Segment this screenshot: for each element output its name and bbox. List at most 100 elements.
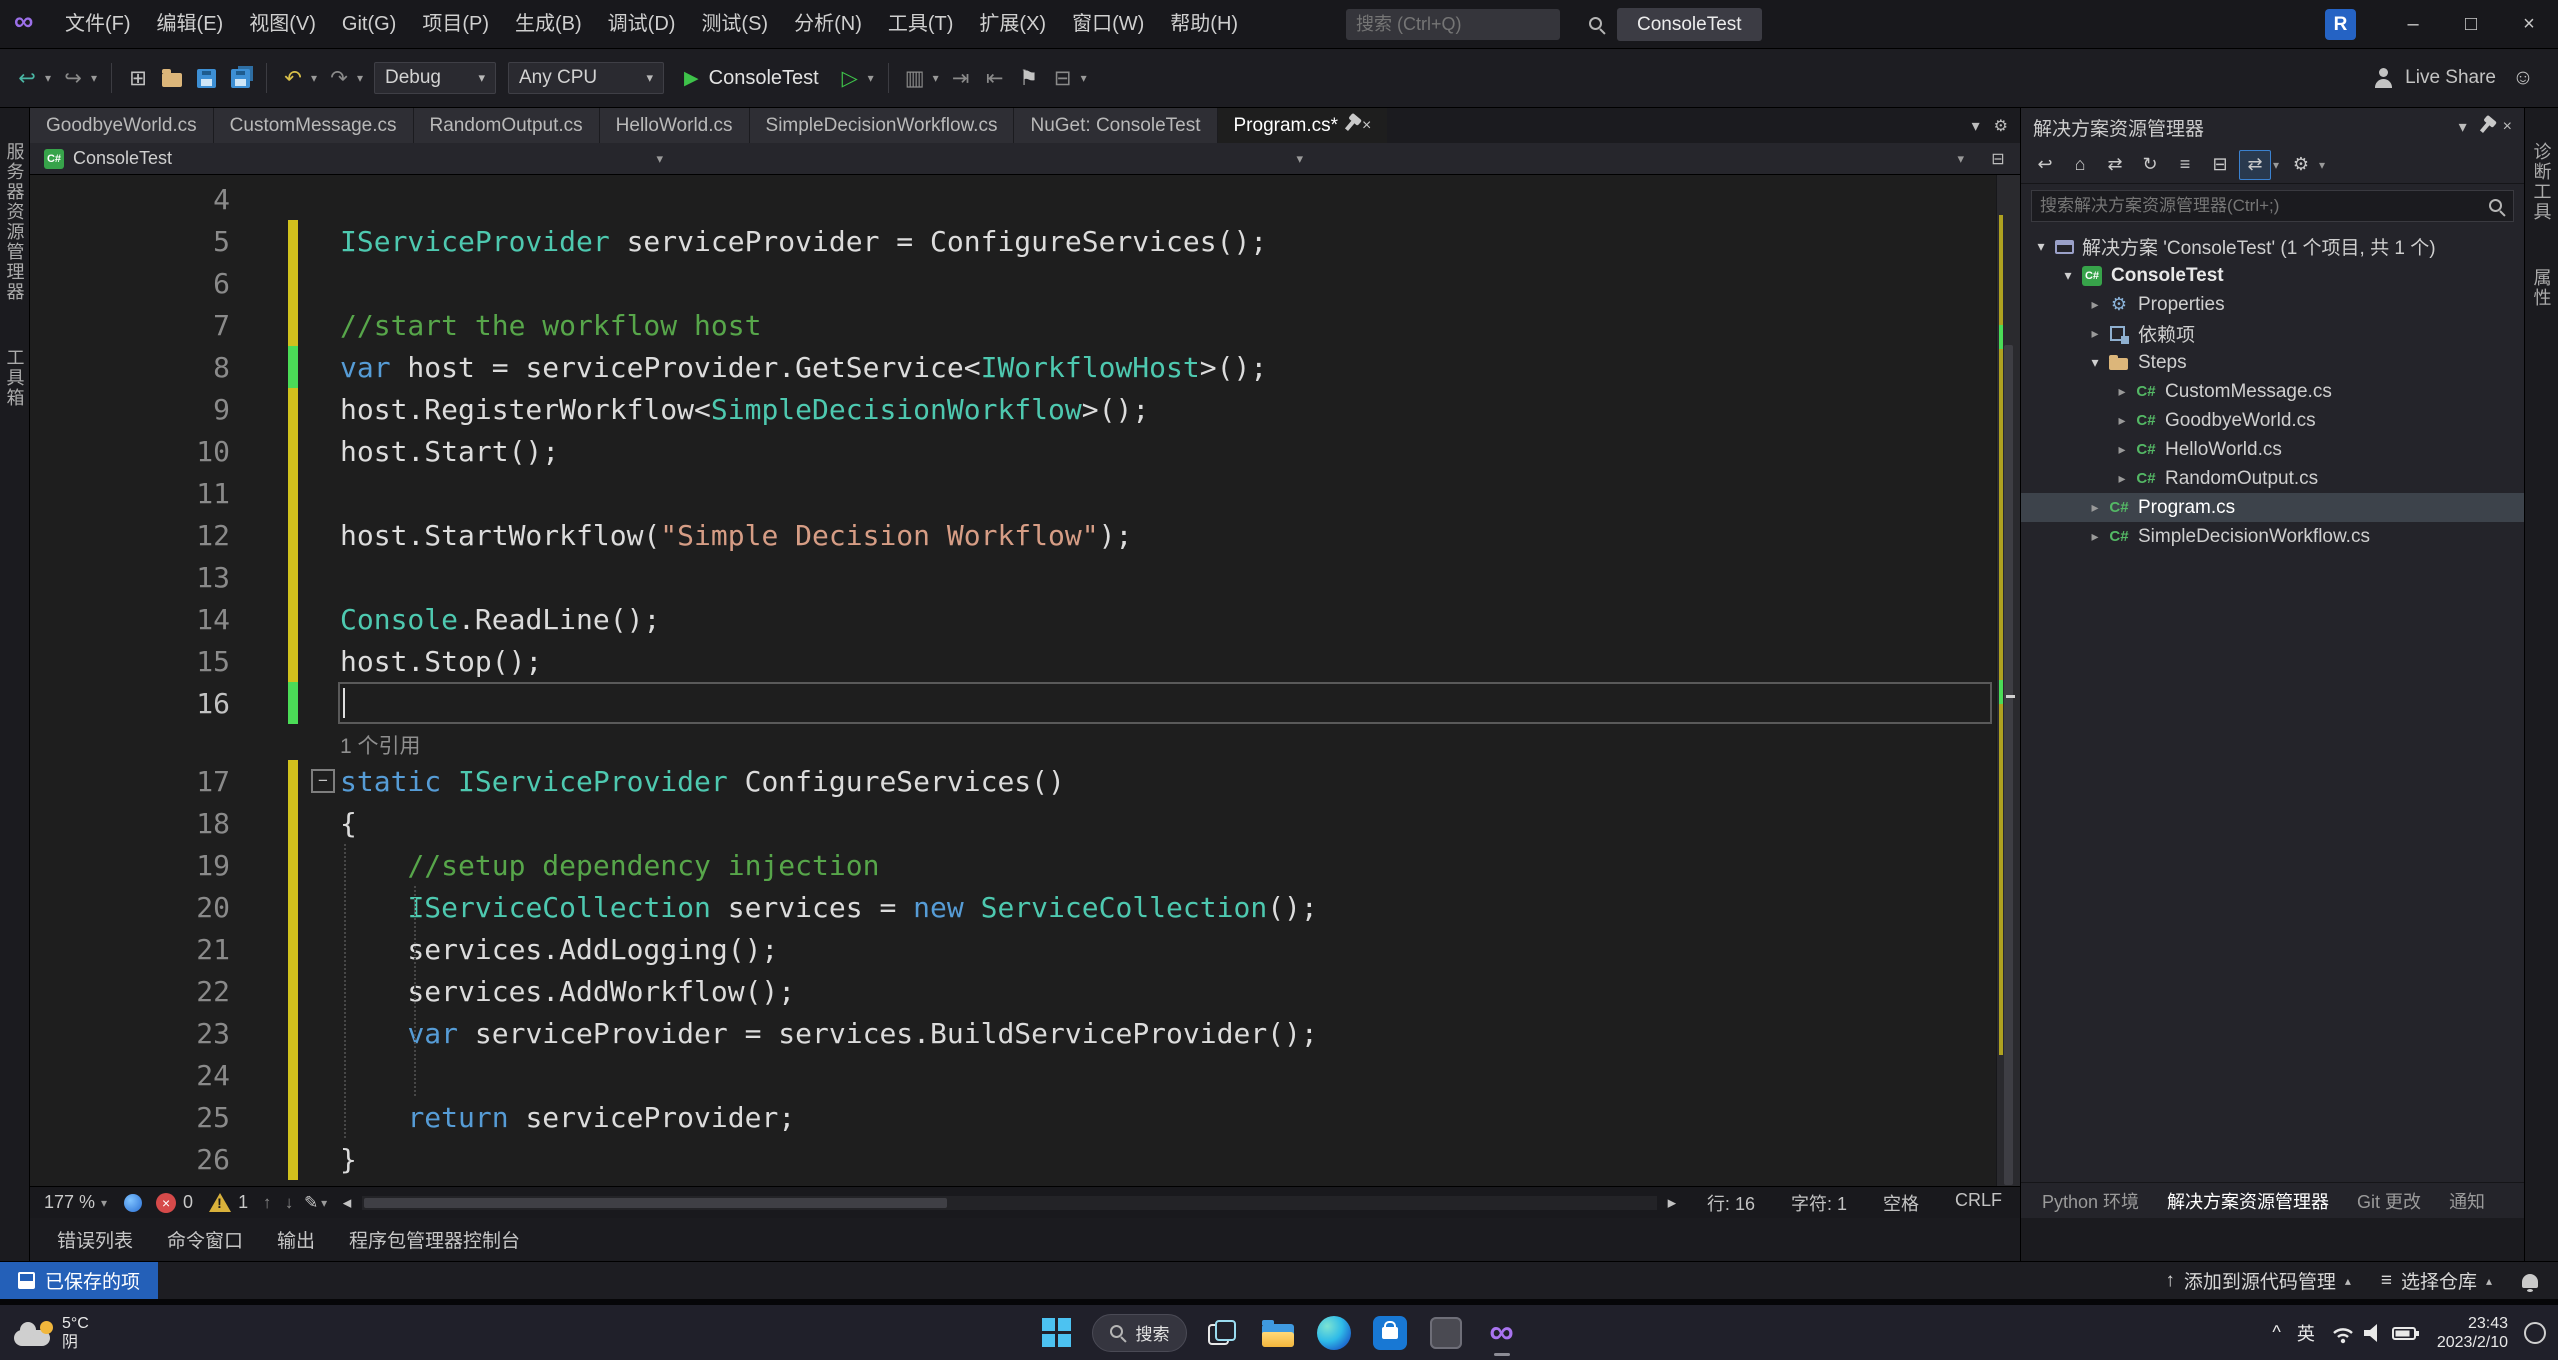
- se-bottom-tab[interactable]: 解决方案资源管理器: [2154, 1183, 2342, 1218]
- code-text[interactable]: [338, 472, 1992, 514]
- line-number[interactable]: 24: [30, 1059, 230, 1092]
- tool-window-tab[interactable]: 服务器资源管理器: [2, 130, 28, 314]
- se-properties-icon[interactable]: ⚙: [2285, 150, 2317, 180]
- pin-icon[interactable]: [2479, 121, 2490, 133]
- se-show-all-files-icon[interactable]: ≡: [2169, 150, 2201, 180]
- se-collapse-all-icon[interactable]: ⊟: [2204, 150, 2236, 180]
- horizontal-scrollbar-track[interactable]: [362, 1195, 1657, 1210]
- line-number[interactable]: 7: [30, 309, 230, 342]
- saved-items-badge[interactable]: 已保存的项: [0, 1262, 159, 1299]
- code-text[interactable]: [338, 178, 1992, 220]
- menubar-item[interactable]: 测试(S): [688, 0, 781, 49]
- line-number[interactable]: 15: [30, 645, 230, 678]
- pin-icon[interactable]: [1344, 120, 1356, 131]
- line-number[interactable]: 13: [30, 561, 230, 594]
- code-text[interactable]: host.StartWorkflow("Simple Decision Work…: [338, 514, 1992, 556]
- file-explorer-button[interactable]: [1257, 1312, 1299, 1354]
- warning-count[interactable]: 1: [201, 1192, 256, 1213]
- edge-button[interactable]: [1313, 1312, 1355, 1354]
- redo-icon[interactable]: ↷: [324, 61, 354, 95]
- document-tab[interactable]: GoodbyeWorld.cs: [30, 108, 213, 143]
- se-bottom-tab[interactable]: 通知: [2436, 1183, 2498, 1218]
- tree-item[interactable]: ▸ C# CustomMessage.cs: [2021, 377, 2524, 406]
- notification-center-icon[interactable]: [2524, 1321, 2546, 1344]
- solution-platforms-dropdown[interactable]: Any CPU ▾: [508, 62, 664, 94]
- panel-tab[interactable]: 命令窗口: [152, 1221, 258, 1258]
- document-tab[interactable]: RandomOutput.cs: [413, 108, 599, 143]
- horizontal-scrollbar[interactable]: ◂ ▸: [336, 1187, 1683, 1218]
- line-number[interactable]: 21: [30, 933, 230, 966]
- code-text[interactable]: [338, 262, 1992, 304]
- line-number[interactable]: 17: [30, 765, 230, 798]
- code-text[interactable]: var host = serviceProvider.GetService<IW…: [338, 346, 1992, 388]
- menubar-item[interactable]: 生成(B): [502, 0, 595, 49]
- code-text[interactable]: {: [338, 802, 1992, 844]
- code-text[interactable]: return serviceProvider;: [338, 1096, 1992, 1138]
- save-all-icon[interactable]: [225, 61, 255, 95]
- code-text[interactable]: //start the workflow host: [338, 304, 1992, 346]
- panel-position-chevron-icon[interactable]: ▾: [2459, 117, 2467, 137]
- line-number[interactable]: 6: [30, 267, 230, 300]
- open-folder-icon[interactable]: [157, 61, 187, 95]
- se-switch-views-icon[interactable]: ⇄: [2099, 150, 2131, 180]
- columns-chevron-icon[interactable]: ▾: [930, 71, 942, 85]
- ime-indicator[interactable]: 英: [2297, 1320, 2315, 1346]
- line-number[interactable]: 26: [30, 1143, 230, 1176]
- clock[interactable]: 23:43 2023/2/10: [2437, 1314, 2508, 1352]
- tree-item[interactable]: ▾ C# ConsoleTest: [2021, 261, 2524, 290]
- scroll-right-icon[interactable]: ▸: [1661, 1186, 1683, 1220]
- se-toolbar-chevron-icon[interactable]: ▾: [2316, 158, 2328, 172]
- undo-dropdown-icon[interactable]: ▾: [308, 71, 320, 85]
- code-text[interactable]: IServiceCollection services = new Servic…: [338, 886, 1992, 928]
- add-to-source-control-button[interactable]: ↑ 添加到源代码管理 ▴: [2165, 1267, 2351, 1294]
- undo-icon[interactable]: ↶: [278, 61, 308, 95]
- se-bottom-tab[interactable]: Python 环境: [2029, 1183, 2152, 1218]
- indent-icon[interactable]: ⇥: [946, 61, 976, 95]
- panel-tab[interactable]: 错误列表: [42, 1221, 148, 1258]
- menubar-item[interactable]: 文件(F): [52, 0, 144, 49]
- taskbar-search[interactable]: 搜索: [1091, 1313, 1187, 1352]
- line-number[interactable]: 25: [30, 1101, 230, 1134]
- tree-item[interactable]: ▸ C# HelloWorld.cs: [2021, 435, 2524, 464]
- code-text[interactable]: //setup dependency injection: [338, 844, 1992, 886]
- se-toolbar-chevron-icon[interactable]: ▾: [2270, 158, 2282, 172]
- document-tab[interactable]: CustomMessage.cs: [213, 108, 413, 143]
- menubar-item[interactable]: 扩展(X): [966, 0, 1059, 49]
- system-tray-icons[interactable]: [2331, 1320, 2421, 1346]
- tray-overflow-chevron-icon[interactable]: ^: [2272, 1322, 2280, 1343]
- cursor-column-indicator[interactable]: 字符: 1: [1773, 1190, 1865, 1216]
- menubar-item[interactable]: 编辑(E): [144, 0, 237, 49]
- code-text[interactable]: host.Stop();: [338, 640, 1992, 682]
- start-button[interactable]: [1036, 1312, 1078, 1354]
- document-health-icon[interactable]: [124, 1193, 143, 1212]
- tree-arrow-icon[interactable]: ▸: [2110, 383, 2134, 400]
- new-file-icon[interactable]: ⊞: [123, 61, 153, 95]
- vertical-scrollbar[interactable]: [1996, 175, 2020, 1186]
- tool-window-tab[interactable]: 工具箱: [2, 336, 28, 420]
- quick-search-input[interactable]: [1346, 14, 1588, 35]
- solution-explorer-search[interactable]: [2031, 190, 2514, 222]
- notifications-bell-icon[interactable]: [2522, 1273, 2538, 1292]
- microsoft-store-button[interactable]: [1369, 1312, 1411, 1354]
- close-button[interactable]: ×: [2500, 0, 2558, 49]
- code-text[interactable]: IServiceProvider serviceProvider = Confi…: [338, 220, 1992, 262]
- breadcrumb-member-dropdown[interactable]: ▾: [1315, 143, 1976, 174]
- code-text[interactable]: [338, 556, 1992, 598]
- live-share-icon[interactable]: [2373, 68, 2393, 88]
- toolbar-overflow-chevron-icon[interactable]: ▾: [1078, 71, 1090, 85]
- solution-search-input[interactable]: [2032, 196, 2488, 216]
- line-number[interactable]: 18: [30, 807, 230, 840]
- se-bottom-tab[interactable]: Git 更改: [2344, 1183, 2434, 1218]
- tree-arrow-icon[interactable]: ▸: [2083, 528, 2107, 545]
- select-repository-button[interactable]: ≡ 选择仓库 ▴: [2381, 1267, 2492, 1294]
- tree-arrow-icon[interactable]: ▸: [2110, 470, 2134, 487]
- error-count[interactable]: × 0: [148, 1192, 201, 1213]
- feedback-icon[interactable]: ☺: [2508, 61, 2538, 95]
- code-text[interactable]: host.Start();: [338, 430, 1992, 472]
- tree-arrow-icon[interactable]: ▾: [2056, 267, 2080, 284]
- menubar-item[interactable]: 项目(P): [409, 0, 502, 49]
- tree-arrow-icon[interactable]: ▸: [2110, 441, 2134, 458]
- code-text[interactable]: host.RegisterWorkflow<SimpleDecisionWork…: [338, 388, 1992, 430]
- navigate-forward-dropdown-icon[interactable]: ▾: [88, 71, 100, 85]
- start-without-debugging-icon[interactable]: ▷: [835, 61, 865, 95]
